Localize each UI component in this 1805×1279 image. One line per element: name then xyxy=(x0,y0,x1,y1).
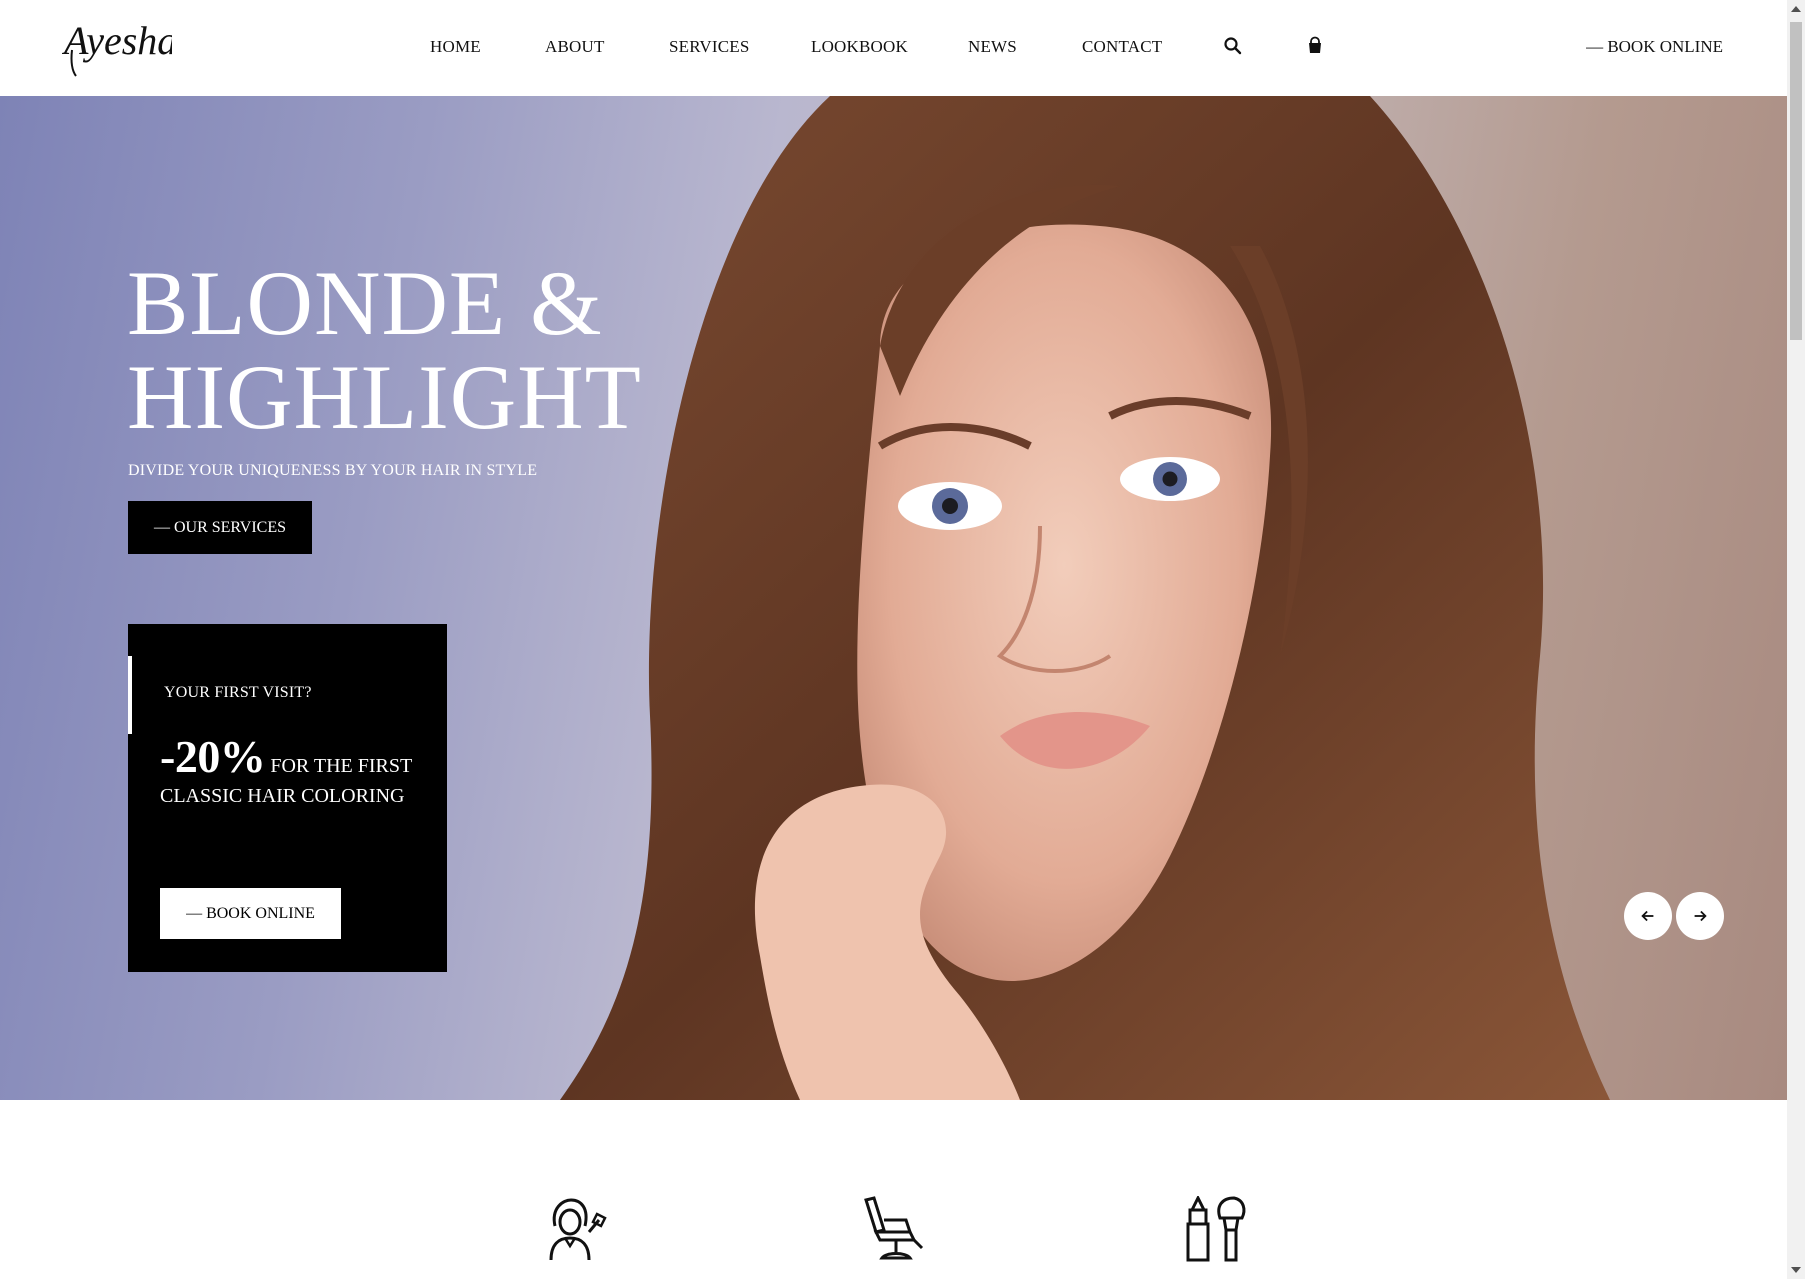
nav-services[interactable]: SERVICES xyxy=(669,37,750,57)
page-scrollbar[interactable] xyxy=(1787,0,1805,1279)
logo-text: Ayesha. xyxy=(62,18,172,63)
slider-next-button[interactable] xyxy=(1676,892,1724,940)
header-book-online-button[interactable]: — BOOK ONLINE xyxy=(1586,37,1723,57)
scroll-down-arrow-icon[interactable] xyxy=(1791,1267,1801,1273)
arrow-left-icon xyxy=(1641,910,1654,922)
scroll-thumb[interactable] xyxy=(1790,22,1802,340)
site-header: Ayesha. HOME ABOUT SERVICES LOOKBOOK NEW… xyxy=(0,0,1787,95)
hero-subtitle: DIVIDE YOUR UNIQUENESS BY YOUR HAIR IN S… xyxy=(128,462,538,479)
arrow-right-icon xyxy=(1694,910,1707,922)
nav-home[interactable]: HOME xyxy=(430,37,481,57)
scroll-up-arrow-icon[interactable] xyxy=(1791,6,1801,12)
promo-label: YOUR FIRST VISIT? xyxy=(164,684,312,701)
stylist-icon xyxy=(541,1196,607,1262)
hero-slider: BLONDE & HIGHLIGHT DIVIDE YOUR UNIQUENES… xyxy=(0,96,1787,1100)
hero-title-line2: HIGHLIGHT xyxy=(127,346,642,448)
nav-lookbook[interactable]: LOOKBOOK xyxy=(811,37,908,57)
hero-title-line1: BLONDE & xyxy=(127,252,603,354)
nav-about[interactable]: ABOUT xyxy=(545,37,605,57)
first-visit-promo: YOUR FIRST VISIT? -20% FOR THE FIRST CLA… xyxy=(128,624,447,972)
our-services-button[interactable]: — OUR SERVICES xyxy=(128,501,312,554)
logo-wordmark: Ayesha. xyxy=(61,18,187,77)
promo-offer: -20% FOR THE FIRST CLASSIC HAIR COLORING xyxy=(160,734,430,811)
search-icon[interactable] xyxy=(1223,36,1243,56)
promo-accent-bar xyxy=(128,656,132,734)
promo-book-online-button[interactable]: — BOOK ONLINE xyxy=(160,888,341,939)
promo-discount: -20% xyxy=(160,731,266,782)
logo[interactable]: Ayesha. xyxy=(61,10,187,82)
nav-contact[interactable]: CONTACT xyxy=(1082,37,1162,57)
hero-title: BLONDE & HIGHLIGHT xyxy=(127,256,642,444)
barber-chair-icon xyxy=(862,1196,928,1262)
slider-prev-button[interactable] xyxy=(1624,892,1672,940)
makeup-icon xyxy=(1182,1194,1248,1262)
nav-news[interactable]: NEWS xyxy=(968,37,1017,57)
shopping-bag-icon[interactable] xyxy=(1305,36,1325,56)
